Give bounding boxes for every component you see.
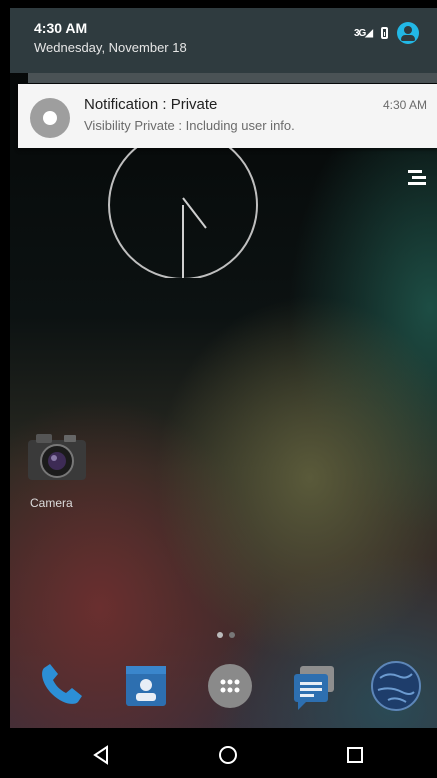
- status-date: Wednesday, November 18: [34, 40, 187, 55]
- notification-card[interactable]: Notification : Private Visibility Privat…: [18, 84, 437, 148]
- navigation-bar: [10, 728, 437, 778]
- camera-icon: [28, 434, 86, 480]
- back-icon[interactable]: [84, 738, 118, 772]
- recents-icon[interactable]: [338, 738, 372, 772]
- user-icon[interactable]: [397, 22, 419, 44]
- status-time: 4:30 AM: [34, 20, 88, 36]
- notification-time: 4:30 AM: [382, 98, 427, 112]
- camera-label: Camera: [30, 496, 73, 510]
- home-screen: 4:30 AM Wednesday, November 18 3G◢ Notif…: [10, 8, 437, 778]
- notification-title: Notification : Private: [84, 96, 218, 113]
- battery-icon: [381, 27, 388, 39]
- dock: [10, 658, 437, 718]
- home-icon[interactable]: [211, 738, 245, 772]
- app-icon: [30, 98, 70, 138]
- page-dot: [229, 632, 235, 638]
- notification-shade-header[interactable]: 4:30 AM Wednesday, November 18 3G◢: [10, 8, 437, 73]
- page-dot: [217, 632, 223, 638]
- signal-icon: 3G◢: [353, 27, 373, 39]
- page-indicator: [217, 632, 235, 638]
- status-icons: 3G◢: [354, 22, 419, 44]
- shade-handle[interactable]: [28, 73, 437, 83]
- phone-icon[interactable]: [32, 658, 88, 714]
- contacts-icon[interactable]: [118, 658, 174, 714]
- browser-icon[interactable]: [368, 658, 424, 714]
- camera-shortcut[interactable]: Camera: [24, 426, 90, 516]
- app-drawer-icon[interactable]: [202, 658, 258, 714]
- messaging-icon[interactable]: [286, 658, 342, 714]
- analog-clock-widget[interactable]: [108, 148, 258, 278]
- menu-icon[interactable]: [406, 168, 428, 188]
- notification-text: Visibility Private : Including user info…: [84, 118, 295, 133]
- signal-label: 3G: [353, 27, 366, 39]
